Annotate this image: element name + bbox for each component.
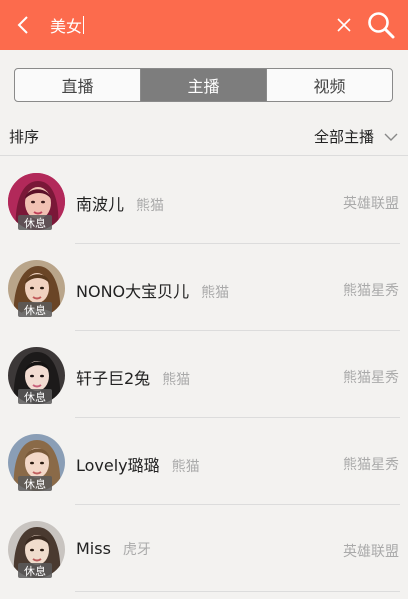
platform-label: 熊猫 <box>136 198 165 214</box>
search-input[interactable]: 美女 <box>50 0 320 50</box>
streamer-name-text: Miss <box>76 539 111 558</box>
streamer-name-text: NONO大宝贝儿 <box>76 282 190 301</box>
list-item[interactable]: 休息 Miss 虎牙 英雄联盟 <box>0 505 408 592</box>
streamer-list: 休息 南波儿 熊猫 英雄联盟 休息 NONO大宝贝儿 熊猫 熊猫星秀 休息 轩子… <box>0 157 408 592</box>
streamer-name: 南波儿 熊猫 <box>76 191 164 215</box>
back-button[interactable] <box>0 0 46 50</box>
sort-button[interactable]: 排序 <box>9 126 39 147</box>
streamer-filter-dropdown[interactable]: 全部主播 <box>314 126 398 147</box>
platform-label: 熊猫 <box>201 285 230 301</box>
platform-label: 虎牙 <box>122 542 151 558</box>
tab-streamers[interactable]: 主播 <box>141 69 267 101</box>
status-badge: 休息 <box>18 563 52 578</box>
status-badge: 休息 <box>18 302 52 317</box>
streamer-name: NONO大宝贝儿 熊猫 <box>76 278 229 302</box>
category-label: 熊猫星秀 <box>343 457 399 473</box>
streamer-name: 轩子巨2兔 熊猫 <box>76 365 190 389</box>
clear-x-icon[interactable] <box>334 15 354 35</box>
tab-live[interactable]: 直播 <box>15 69 141 101</box>
streamer-name-text: 南波儿 <box>76 195 125 214</box>
search-icon[interactable] <box>366 10 396 40</box>
platform-label: 熊猫 <box>162 372 191 388</box>
text-caret <box>83 16 85 34</box>
search-header: 美女 <box>0 0 408 50</box>
chevron-down-icon <box>384 133 398 141</box>
tab-videos[interactable]: 视频 <box>267 69 392 101</box>
filter-label: 全部主播 <box>313 128 374 146</box>
list-item[interactable]: 休息 Lovely璐璐 熊猫 熊猫星秀 <box>0 418 408 505</box>
streamer-name-text: Lovely璐璐 <box>76 456 160 475</box>
status-badge: 休息 <box>18 389 52 404</box>
list-item[interactable]: 休息 轩子巨2兔 熊猫 熊猫星秀 <box>0 331 408 418</box>
category-label: 熊猫星秀 <box>343 370 399 386</box>
platform-label: 熊猫 <box>171 459 200 475</box>
streamer-name: Lovely璐璐 熊猫 <box>76 452 200 476</box>
streamer-name-text: 轩子巨2兔 <box>76 369 151 388</box>
status-badge: 休息 <box>18 476 52 491</box>
streamer-name: Miss 虎牙 <box>76 539 151 559</box>
status-badge: 休息 <box>18 215 52 230</box>
category-label: 英雄联盟 <box>343 196 399 212</box>
list-item[interactable]: 休息 南波儿 熊猫 英雄联盟 <box>0 157 408 244</box>
sort-bar: 排序 全部主播 <box>0 118 408 156</box>
category-label: 熊猫星秀 <box>343 283 399 299</box>
category-label: 英雄联盟 <box>343 544 399 560</box>
search-type-tabs: 直播 主播 视频 <box>14 68 393 102</box>
list-item[interactable]: 休息 NONO大宝贝儿 熊猫 熊猫星秀 <box>0 244 408 331</box>
back-arrow-icon <box>17 16 28 34</box>
search-query-text: 美女 <box>50 17 83 36</box>
